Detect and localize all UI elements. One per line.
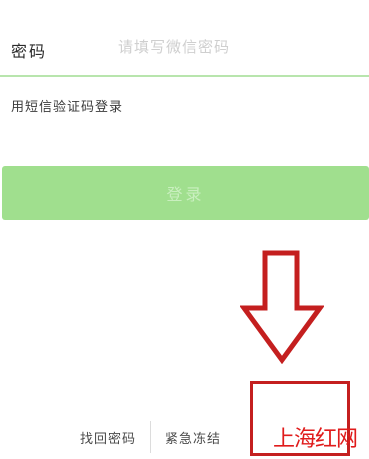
password-underline [0,75,369,77]
password-input[interactable] [118,34,358,60]
password-label: 密码 [11,42,48,61]
down-arrow-annotation [240,250,324,364]
sms-login-link[interactable]: 用短信验证码登录 [11,96,123,115]
footer-divider [150,421,152,453]
footer-links: 找回密码 紧急冻结 [80,418,221,456]
emergency-freeze-link[interactable]: 紧急冻结 [165,428,221,447]
find-password-link[interactable]: 找回密码 [80,428,136,447]
login-button[interactable]: 登录 [2,166,369,220]
watermark-logo: 上海红网 [273,427,358,452]
